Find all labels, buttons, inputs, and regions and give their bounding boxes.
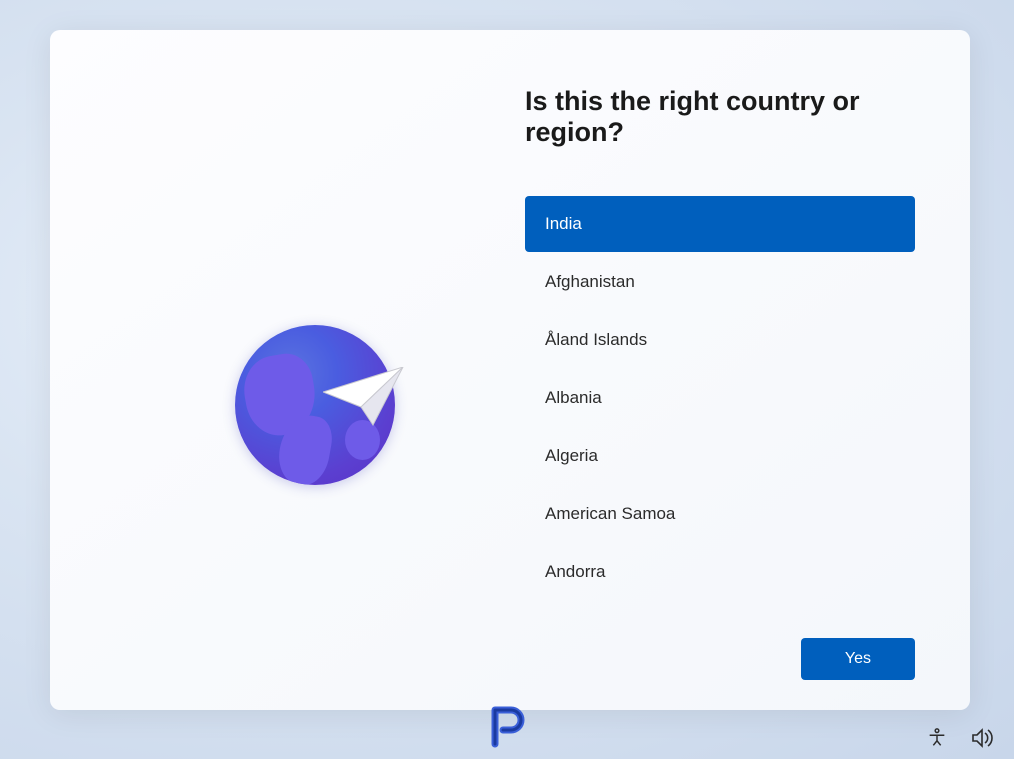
- country-item-afghanistan[interactable]: Afghanistan: [525, 254, 915, 310]
- country-label: Algeria: [545, 446, 598, 465]
- country-item-india[interactable]: India: [525, 196, 915, 252]
- yes-button[interactable]: Yes: [801, 638, 915, 680]
- page-title: Is this the right country or region?: [525, 86, 915, 148]
- country-label: Albania: [545, 388, 602, 407]
- country-item-american-samoa[interactable]: American Samoa: [525, 486, 915, 542]
- country-item-algeria[interactable]: Algeria: [525, 428, 915, 484]
- country-label: American Samoa: [545, 504, 675, 523]
- paper-plane-icon: [323, 367, 413, 437]
- taskbar-tray: [926, 727, 994, 749]
- watermark-p-icon: [485, 704, 529, 753]
- content-column: Is this the right country or region? Ind…: [525, 90, 915, 680]
- country-list[interactable]: India Afghanistan Åland Islands Albania …: [525, 196, 915, 626]
- volume-icon[interactable]: [970, 727, 994, 749]
- country-item-andorra[interactable]: Andorra: [525, 544, 915, 600]
- globe-plane-icon: [235, 325, 395, 485]
- country-label: Åland Islands: [545, 330, 647, 349]
- illustration-column: [105, 90, 525, 680]
- accessibility-icon[interactable]: [926, 727, 948, 749]
- oobe-card: Is this the right country or region? Ind…: [50, 30, 970, 710]
- country-label: Andorra: [545, 562, 605, 581]
- country-label: Afghanistan: [545, 272, 635, 291]
- country-label: India: [545, 214, 582, 233]
- country-item-albania[interactable]: Albania: [525, 370, 915, 426]
- country-item-aland-islands[interactable]: Åland Islands: [525, 312, 915, 368]
- footer: Yes: [525, 626, 915, 680]
